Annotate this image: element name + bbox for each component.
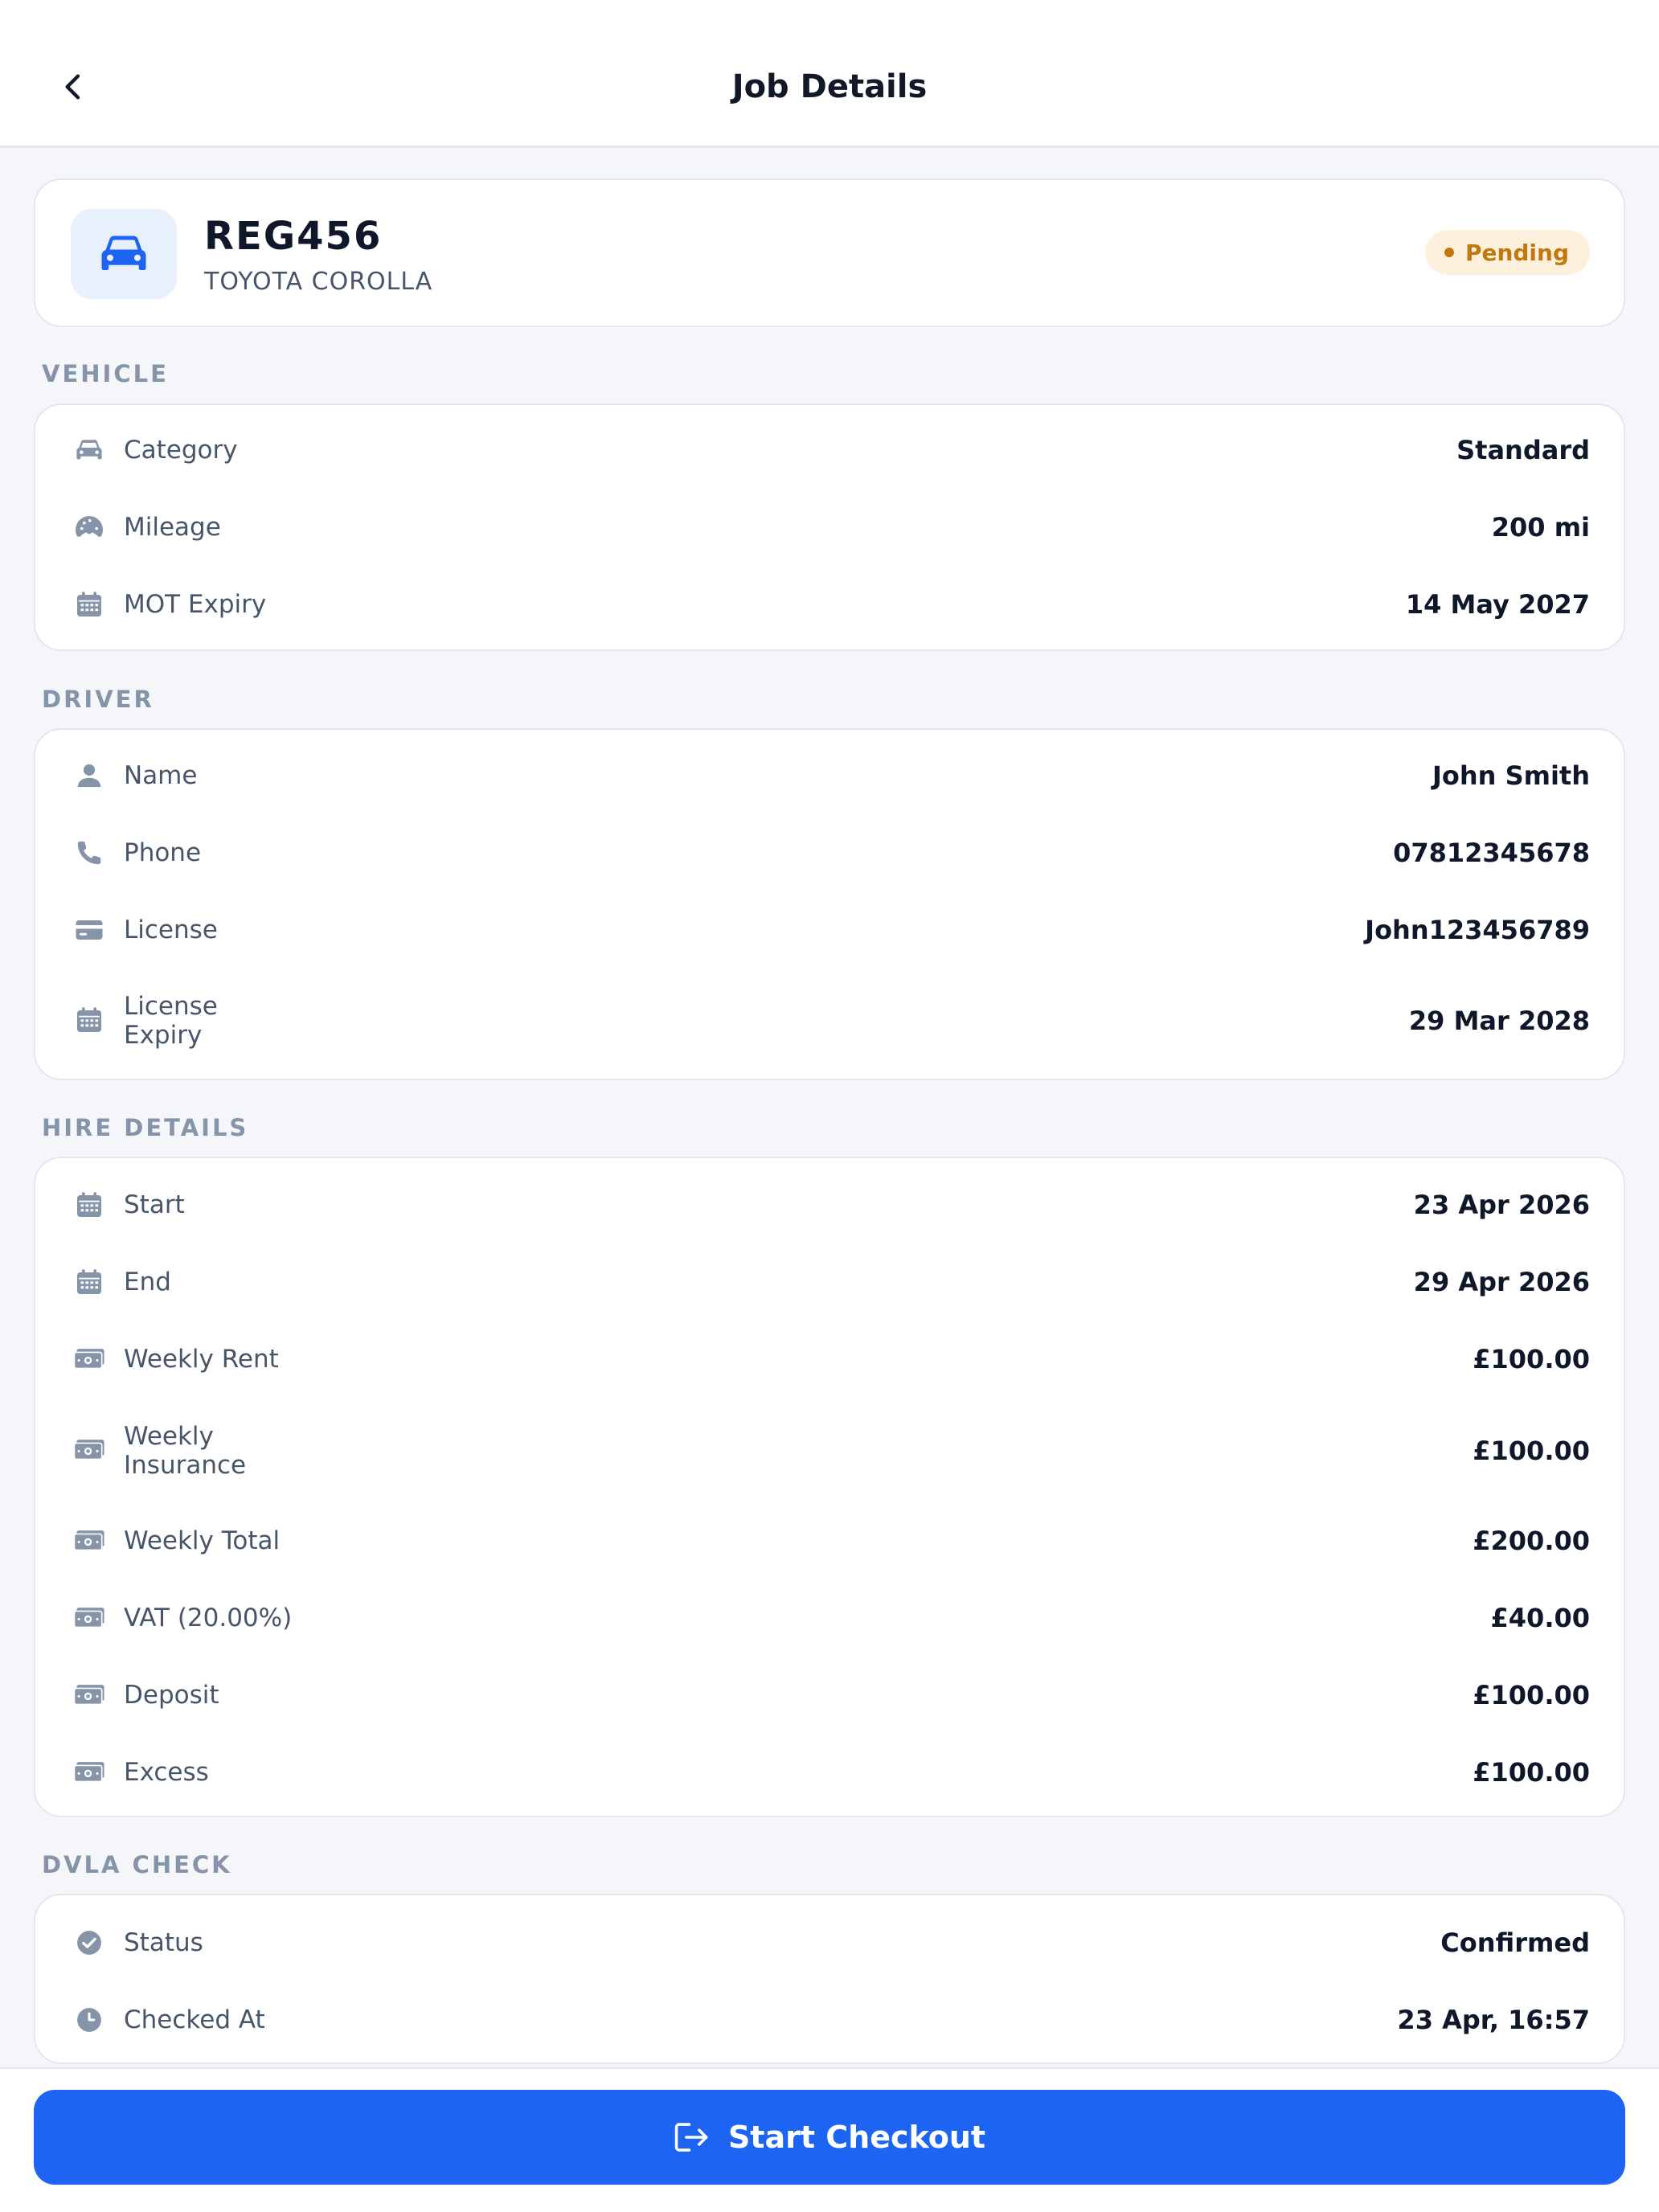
row-label: Mileage — [124, 513, 221, 542]
banknote-icon — [71, 1341, 108, 1378]
banknote-icon — [71, 1600, 108, 1636]
row-value: £100.00 — [1473, 1436, 1590, 1466]
start-checkout-button[interactable]: Start Checkout — [34, 2090, 1625, 2185]
row-value: 23 Apr 2026 — [1413, 1190, 1590, 1220]
banknote-icon — [71, 1522, 108, 1559]
exit-icon — [674, 2121, 711, 2153]
section-label-dvla: DVLA CHECK — [42, 1851, 232, 1878]
row-label: Name — [124, 761, 198, 790]
row-label: Phone — [124, 838, 202, 867]
car-icon — [71, 432, 108, 469]
row-value: John Smith — [1432, 760, 1590, 791]
row-value: 29 Mar 2028 — [1408, 1006, 1590, 1036]
row-label: VAT (20.00%) — [124, 1604, 293, 1632]
check-circle-icon — [71, 1924, 108, 1961]
row-value: 200 mi — [1491, 512, 1590, 543]
row-label: License — [124, 916, 218, 944]
row-label: License Expiry — [124, 992, 218, 1050]
app-header: Job Details — [0, 0, 1659, 148]
row-label: Weekly Insurance — [124, 1422, 247, 1480]
page-title: Job Details — [731, 68, 928, 105]
row-label: Deposit — [124, 1681, 219, 1710]
row-label: Start — [124, 1190, 185, 1219]
row-value: £100.00 — [1473, 1757, 1590, 1788]
calendar-icon — [71, 1264, 108, 1301]
dvla-card: Status Confirmed Checked At 23 Apr, 16:5… — [34, 1894, 1625, 2064]
vehicle-avatar — [71, 209, 177, 299]
section-label-hire: HIRE DETAILS — [42, 1114, 249, 1141]
row-value: £200.00 — [1473, 1526, 1590, 1556]
row-value: Confirmed — [1440, 1927, 1590, 1958]
row-label: End — [124, 1268, 171, 1296]
section-label-driver: DRIVER — [42, 686, 154, 713]
row-value: 07812345678 — [1393, 838, 1590, 868]
banknote-icon — [71, 1677, 108, 1714]
row-value: £100.00 — [1473, 1680, 1590, 1710]
phone-icon — [71, 834, 108, 871]
car-icon — [100, 233, 148, 275]
row-label: Weekly Rent — [124, 1345, 279, 1374]
bottom-action-bar: Start Checkout — [0, 2067, 1659, 2212]
vehicle-card: Category Standard Mileage 200 mi MOT Exp… — [34, 403, 1625, 651]
calendar-icon — [71, 1186, 108, 1223]
row-label: Category — [124, 436, 238, 465]
row-label: Status — [124, 1928, 203, 1957]
row-label: Excess — [124, 1758, 209, 1787]
banknote-icon — [71, 1754, 108, 1791]
calendar-icon — [71, 1002, 108, 1038]
person-icon — [71, 757, 108, 794]
status-dot — [1444, 248, 1454, 257]
row-value: £100.00 — [1473, 1344, 1590, 1374]
banknote-icon — [71, 1432, 108, 1469]
row-value: 23 Apr, 16:57 — [1397, 2005, 1590, 2035]
row-value: £40.00 — [1490, 1603, 1590, 1633]
status-text: Pending — [1464, 239, 1569, 266]
calendar-icon — [71, 586, 108, 623]
status-badge: Pending — [1424, 230, 1590, 275]
vehicle-model: TOYOTA COROLLA — [204, 268, 433, 296]
row-value: 29 Apr 2026 — [1413, 1267, 1590, 1297]
row-label: Weekly Total — [124, 1526, 281, 1555]
card-icon — [71, 911, 108, 948]
vehicle-registration: REG456 — [204, 214, 383, 259]
start-checkout-label: Start Checkout — [727, 2120, 986, 2155]
driver-card: Name John Smith Phone 07812345678 Licens… — [34, 728, 1625, 1080]
row-label: Checked At — [124, 2005, 265, 2034]
clock-icon — [71, 2001, 108, 2038]
section-label-vehicle: VEHICLE — [42, 360, 169, 387]
vehicle-summary-card: REG456 TOYOTA COROLLA Pending — [34, 178, 1625, 327]
row-label: MOT Expiry — [124, 590, 267, 619]
hire-card: Start 23 Apr 2026 End 29 Apr 2026 Weekly… — [34, 1157, 1625, 1817]
row-value: John123456789 — [1365, 915, 1590, 945]
row-value: 14 May 2027 — [1405, 589, 1590, 620]
speedometer-icon — [71, 509, 108, 546]
row-value: Standard — [1456, 435, 1590, 465]
